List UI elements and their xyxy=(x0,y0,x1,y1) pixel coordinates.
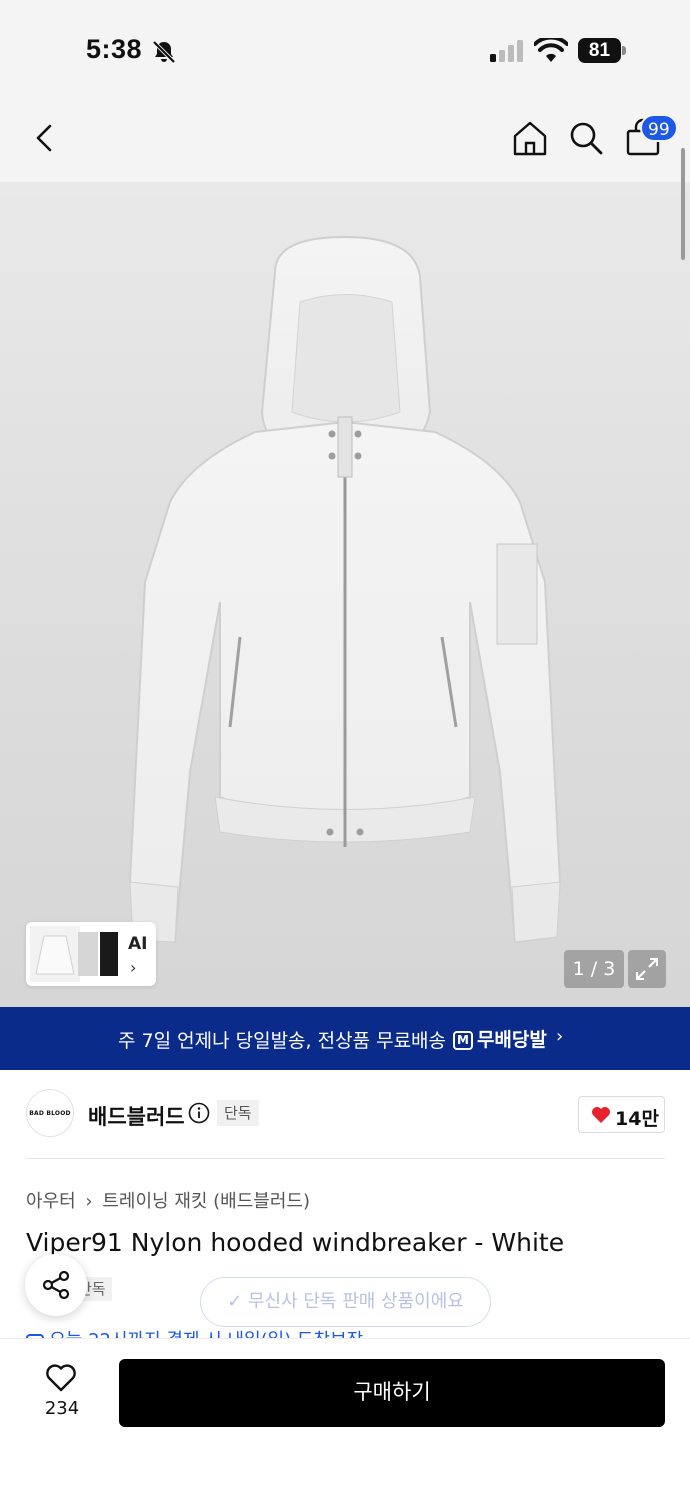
product-image-gallery[interactable]: AI › 1 / 3 xyxy=(0,182,690,1007)
home-icon[interactable] xyxy=(510,118,550,158)
battery-level: 81 xyxy=(578,38,621,63)
product-page: { "status_bar": { "time": "5:38", "batte… xyxy=(0,0,690,1500)
promo-logo-text: 무배당발 xyxy=(476,1029,547,1051)
battery-icon: 81 xyxy=(578,38,626,63)
share-button[interactable] xyxy=(25,1254,87,1316)
bell-slash-icon xyxy=(152,40,176,64)
cart-count-badge: 99 xyxy=(640,114,678,142)
chevron-right-icon: › xyxy=(130,958,137,977)
info-icon[interactable] xyxy=(188,1102,210,1124)
signal-icon xyxy=(490,40,523,62)
image-page-indicator: 1 / 3 xyxy=(564,950,624,988)
promo-text: 주 7일 언제나 당일발송, 전상품 무료배송 xyxy=(118,1030,447,1052)
wifi-icon xyxy=(534,38,568,62)
color-thumbnails xyxy=(30,926,118,982)
divider xyxy=(26,1158,665,1159)
battery-cap xyxy=(622,46,626,55)
like-count: 14만 xyxy=(615,1108,659,1130)
heart-outline-icon xyxy=(46,1364,76,1392)
promo-banner[interactable]: 주 7일 언제나 당일발송, 전상품 무료배송 M 무배당발 › xyxy=(0,1007,690,1070)
scrollbar[interactable] xyxy=(681,148,685,260)
expand-button[interactable] xyxy=(628,950,666,988)
brand-logo[interactable]: BAD BLOOD xyxy=(26,1089,74,1137)
top-nav: 99 xyxy=(0,100,690,182)
ai-label: AI xyxy=(128,934,148,954)
status-time: 5:38 xyxy=(86,34,143,64)
buy-button[interactable]: 구매하기 xyxy=(119,1359,665,1427)
product-image xyxy=(128,235,562,944)
share-icon xyxy=(42,1270,70,1300)
product-title: Viper91 Nylon hooded windbreaker - White xyxy=(26,1228,565,1257)
promo-logo: M 무배당발 xyxy=(453,1025,547,1052)
wishlist-button[interactable]: 234 xyxy=(30,1362,94,1426)
breadcrumb: 아우터 › 트레이닝 재킷 (배드블러드) xyxy=(26,1187,314,1213)
promo-badge: M xyxy=(453,1031,473,1050)
chevron-right-icon: › xyxy=(556,1026,564,1047)
exclusive-toast: ✓ 무신사 단독 판매 상품이에요 xyxy=(200,1277,491,1327)
status-bar: 5:38 81 xyxy=(0,0,690,100)
expand-icon xyxy=(636,958,658,980)
breadcrumb-separator: › xyxy=(85,1191,93,1212)
ai-thumbnail-button[interactable]: AI › xyxy=(26,922,156,986)
breadcrumb-item[interactable]: 아우터 xyxy=(26,1191,76,1212)
back-arrow-icon[interactable] xyxy=(28,120,60,156)
exclusive-tag: 단독 xyxy=(217,1100,259,1126)
heart-filled-icon xyxy=(592,1107,610,1123)
wishlist-count: 234 xyxy=(44,1398,80,1419)
breadcrumb-item[interactable]: 트레이닝 재킷 (배드블러드) xyxy=(102,1191,310,1212)
search-icon[interactable] xyxy=(566,118,606,158)
brand-name[interactable]: 배드블러드 xyxy=(88,1101,185,1131)
like-button[interactable]: 14만 xyxy=(578,1096,665,1133)
